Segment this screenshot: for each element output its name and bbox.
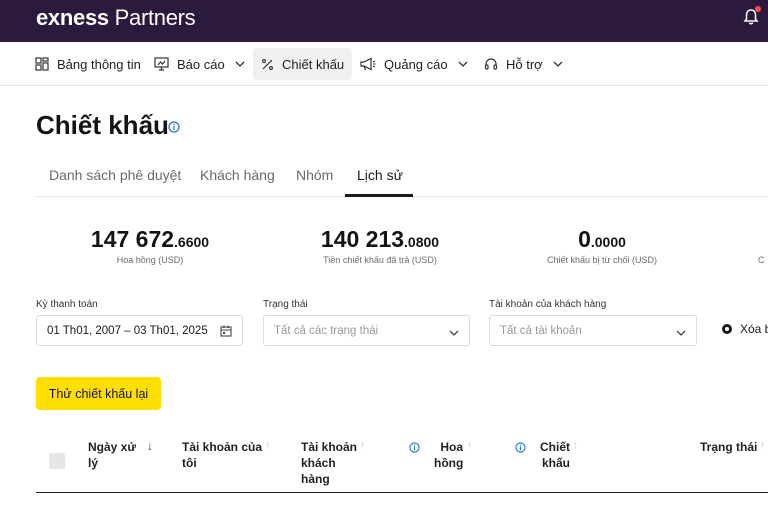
nav-support[interactable]: Hỗ trợ [476,48,571,80]
client-account-placeholder: Tất cả tài khoản [500,324,582,337]
info-icon[interactable] [409,440,420,458]
stat-paid-value: 140 213 [320,226,405,252]
stat-paid-rebates: 140 213.0800 Tiền chiết khấu đã trả (USD… [300,226,460,265]
col-commission[interactable]: Hoa hồng [434,439,463,471]
stat-partial-label: C [758,255,765,265]
retry-rebate-button[interactable]: Thử chiết khấu lại [36,377,161,410]
tab-groups[interactable]: Nhóm [296,167,333,183]
info-icon[interactable] [515,440,526,458]
col-myacc-line2: tôi [182,456,197,470]
megaphone-icon [360,57,376,71]
main-nav: Bảng thông tin Báo cáo Chiết khấu Quảng … [0,42,768,86]
tab-approval-list[interactable]: Danh sách phê duyệt [49,167,181,183]
logo-brand: exness [36,5,109,30]
chevron-down-icon [235,61,245,67]
sort-icon[interactable]: ↑ [265,440,270,451]
sort-icon[interactable]: ↑ [360,440,365,451]
stat-commission-decimal: .6600 [174,234,210,250]
period-date-picker[interactable]: 01 Th01, 2007 – 03 Th01, 2025 [36,315,243,346]
nav-promo[interactable]: Quảng cáo [352,48,476,80]
col-my-account[interactable]: Tài khoản của tôi [182,439,262,471]
stat-rejected-rebates: 0.0000 Chiết khấu bị từ chối (USD) [522,226,682,265]
clear-filters-button[interactable]: Xóa b [722,322,768,336]
active-tab-indicator [345,194,413,197]
col-commission-line1: Hoa [440,440,463,454]
table-header: Ngày xử lý ↓ Tài khoản của tôi ↑ Tài kho… [36,430,768,493]
stat-paid-label: Tiền chiết khấu đã trả (USD) [323,255,437,265]
stat-partial: C [758,226,768,265]
sort-icon[interactable]: ↑ [760,440,765,451]
clear-icon [722,324,732,334]
status-label: Trạng thái [263,299,308,310]
tab-history[interactable]: Lịch sử [357,167,403,183]
col-clientacc-line2: khách [301,456,336,470]
nav-reports[interactable]: Báo cáo [146,48,253,80]
col-clientacc-line1: Tài khoản [301,440,358,454]
tab-clients[interactable]: Khách hàng [200,167,275,183]
stat-commission-value: 147 672 [90,226,175,252]
chevron-down-icon [449,327,459,339]
stat-rejected-label: Chiết khấu bị từ chối (USD) [546,255,658,265]
col-rebate-line1: Chiết [540,440,570,454]
tab-bar: Danh sách phê duyệt Khách hàng Nhóm Lịch… [36,157,768,197]
dashboard-icon [35,57,49,71]
clear-filters-label: Xóa b [740,322,768,336]
nav-reports-label: Báo cáo [177,56,225,72]
col-myacc-line1: Tài khoản của [182,440,263,454]
period-label: Kỳ thanh toán [36,299,98,310]
col-processing-date[interactable]: Ngày xử lý [88,439,136,471]
col-status[interactable]: Trạng thái [700,439,757,455]
client-account-select[interactable]: Tất cả tài khoản [489,315,697,346]
sort-icon[interactable]: ↑ [573,440,578,451]
nav-dashboard[interactable]: Bảng thông tin [27,48,149,80]
status-placeholder: Tất cả các trạng thái [274,324,379,337]
top-bar: exness Partners [0,0,768,42]
nav-rebates-label: Chiết khấu [282,56,345,72]
chevron-down-icon [458,61,468,67]
stat-commission-label: Hoa hồng (USD) [116,255,184,265]
headset-icon [484,58,498,70]
stat-paid-decimal: .0800 [404,234,440,250]
calendar-icon [220,325,232,340]
client-account-label: Tài khoản của khách hàng [489,299,607,310]
chevron-down-icon [676,327,686,339]
monitor-chart-icon [154,57,169,71]
period-value: 01 Th01, 2007 – 03 Th01, 2025 [47,324,208,337]
chevron-down-icon [553,61,563,67]
logo-product: Partners [114,5,196,30]
page-title: Chiết khấu [36,110,169,140]
logo[interactable]: exness Partners [36,5,196,31]
info-icon[interactable] [168,120,180,138]
col-client-account[interactable]: Tài khoản khách hàng [301,439,357,487]
status-select[interactable]: Tất cả các trạng thái [263,315,470,346]
col-rebate-line2: khấu [542,456,571,470]
col-date-line1: Ngày xử [88,440,137,454]
nav-promo-label: Quảng cáo [384,56,448,72]
nav-support-label: Hỗ trợ [506,56,543,72]
col-clientacc-line3: hàng [301,472,330,486]
sort-desc-icon[interactable]: ↓ [147,439,153,453]
col-date-line2: lý [88,456,99,470]
select-all-checkbox[interactable] [49,453,65,469]
nav-rebates[interactable]: Chiết khấu [253,48,353,80]
stat-commission: 147 672.6600 Hoa hồng (USD) [70,226,230,265]
sort-icon[interactable]: ↑ [467,440,472,451]
percent-icon [262,58,273,70]
nav-dashboard-label: Bảng thông tin [57,56,141,72]
stat-rejected-decimal: .0000 [590,234,626,250]
notification-badge [755,6,761,12]
stat-rejected-value: 0 [578,226,591,252]
col-commission-line2: hồng [434,456,464,470]
col-rebate[interactable]: Chiết khấu [540,439,570,471]
